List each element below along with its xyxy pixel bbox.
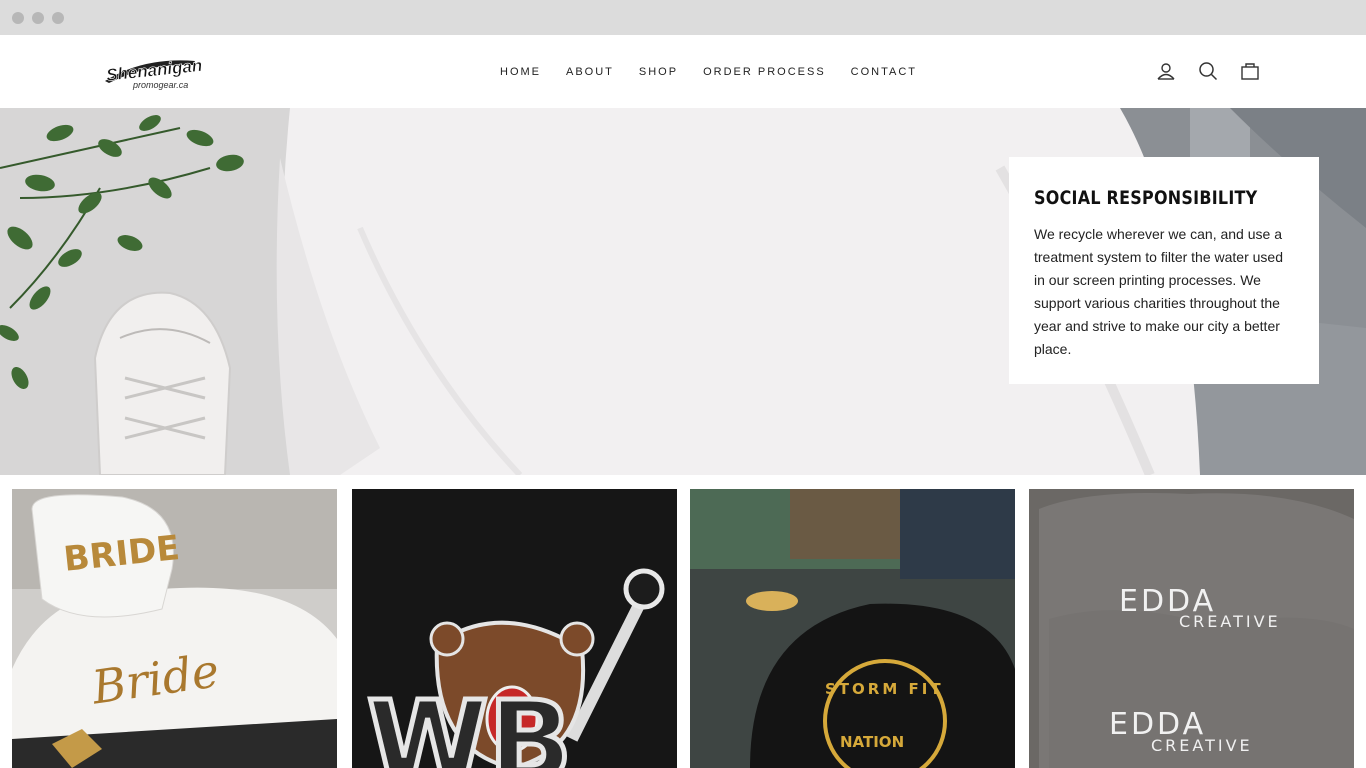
svg-text:WB: WB xyxy=(367,677,572,768)
site-header: Shenanigans promogear.ca HOME ABOUT SHOP… xyxy=(0,35,1366,108)
search-icon[interactable] xyxy=(1196,59,1220,83)
promo-body: We recycle wherever we can, and use a tr… xyxy=(1034,226,1283,357)
svg-text:CREATIVE: CREATIVE xyxy=(1151,736,1253,755)
user-icon[interactable] xyxy=(1154,59,1178,83)
nav-shop[interactable]: SHOP xyxy=(639,66,678,78)
header-icons xyxy=(1154,59,1280,83)
window-close-dot[interactable] xyxy=(12,12,24,24)
gallery-tile-edda[interactable]: EDDA CREATIVE EDDA CREATIVE xyxy=(1029,489,1354,768)
nav-about[interactable]: ABOUT xyxy=(566,66,614,78)
promo-title: SOCIAL RESPONSIBILITY xyxy=(1034,187,1258,209)
browser-chrome xyxy=(0,0,1366,35)
svg-text:promogear.ca: promogear.ca xyxy=(132,80,188,90)
nav-order-process[interactable]: ORDER PROCESS xyxy=(703,66,826,78)
nav-contact[interactable]: CONTACT xyxy=(851,66,917,78)
hero-banner: SOCIAL RESPONSIBILITY We recycle whereve… xyxy=(0,108,1366,475)
nav-home[interactable]: HOME xyxy=(500,66,541,78)
gallery-tile-bride[interactable]: BRIDE Bride xyxy=(12,489,337,768)
site-logo[interactable]: Shenanigans promogear.ca xyxy=(103,51,213,93)
product-gallery: BRIDE Bride WB STORM FIT NATION EDDA CRE… xyxy=(0,475,1366,768)
cart-icon[interactable] xyxy=(1238,59,1262,83)
svg-text:STORM FIT: STORM FIT xyxy=(825,680,944,698)
gallery-tile-bear[interactable]: WB xyxy=(352,489,677,768)
gallery-tile-cap[interactable]: STORM FIT NATION xyxy=(690,489,1015,768)
window-minimize-dot[interactable] xyxy=(32,12,44,24)
window-maximize-dot[interactable] xyxy=(52,12,64,24)
main-nav: HOME ABOUT SHOP ORDER PROCESS CONTACT xyxy=(500,35,942,108)
svg-text:NATION: NATION xyxy=(840,733,904,751)
promo-card: SOCIAL RESPONSIBILITY We recycle whereve… xyxy=(1009,157,1319,384)
svg-text:CREATIVE: CREATIVE xyxy=(1179,612,1281,631)
